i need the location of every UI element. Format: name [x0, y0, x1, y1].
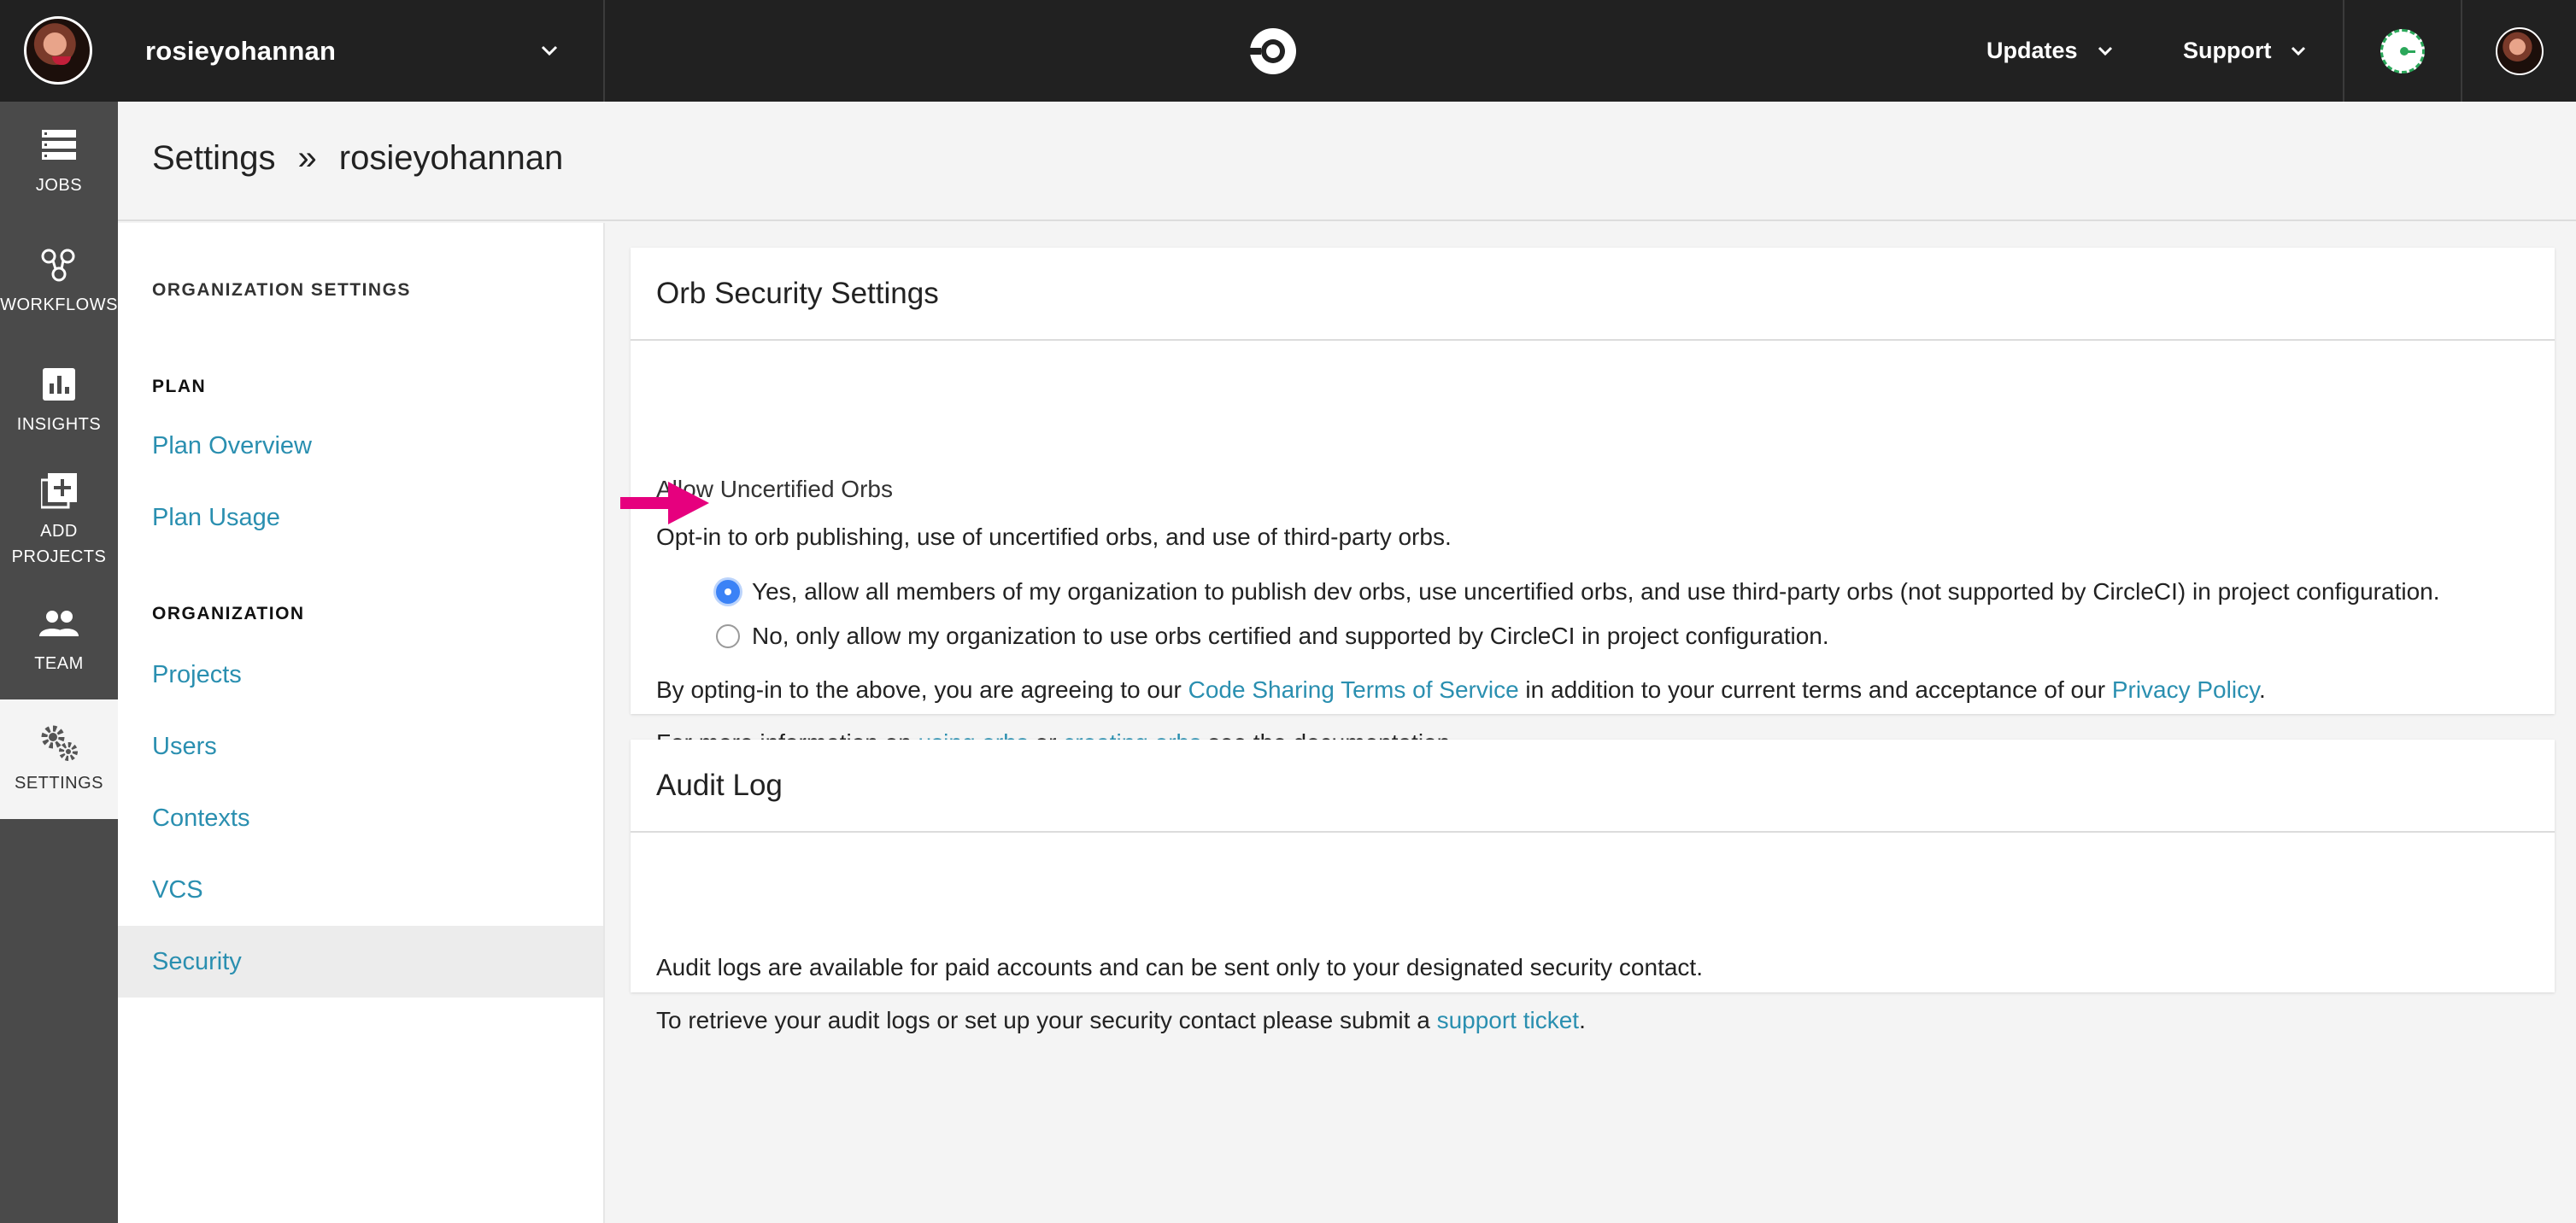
org-switcher[interactable]: rosieyohannan	[145, 0, 336, 102]
settings-icon	[39, 723, 79, 764]
chevron-down-icon[interactable]	[540, 41, 559, 60]
privacy-policy-link[interactable]: Privacy Policy	[2112, 676, 2259, 703]
team-icon	[38, 603, 79, 644]
circleci-logo[interactable]	[1247, 26, 1299, 77]
audit-log-text: Audit logs are available for paid accoun…	[656, 954, 1703, 980]
rail-item-settings[interactable]: SETTINGS	[0, 699, 118, 819]
org-avatar[interactable]	[24, 16, 92, 85]
rail-item-insights[interactable]: INSIGHTS	[0, 341, 118, 460]
sidebar-item-projects[interactable]: Projects	[118, 639, 603, 711]
settings-sidebar: ORGANIZATION SETTINGS PLAN Plan Overview…	[118, 223, 605, 1223]
option-label[interactable]: No, only allow my organization to use or…	[752, 623, 1829, 650]
page-header: Settings » rosieyohannan	[118, 102, 2576, 221]
support-label[interactable]: Support	[2183, 38, 2271, 64]
support-ticket-link[interactable]: support ticket	[1437, 1007, 1580, 1033]
chevron-down-icon[interactable]	[2097, 43, 2114, 60]
updates-menu[interactable]: Updates	[1986, 0, 2114, 102]
sidebar-item-contexts[interactable]: Contexts	[118, 782, 603, 854]
setting-description: Opt-in to orb publishing, use of uncerti…	[656, 524, 1452, 550]
rail-label-line2: PROJECTS	[11, 547, 107, 566]
audit-log-contact-text: To retrieve your audit logs or set up yo…	[656, 1007, 1586, 1034]
card-title: Audit Log	[631, 740, 2555, 833]
section-title-plan: PLAN	[152, 377, 207, 396]
chevron-down-icon[interactable]	[2290, 43, 2307, 60]
left-rail: JOBS WORKFLOWS INSIGHTS ADD PROJECTS TEA…	[0, 102, 118, 1223]
add-projects-icon	[41, 471, 77, 512]
annotation-arrow-icon	[620, 482, 709, 524]
sidebar-item-plan-overview[interactable]: Plan Overview	[118, 410, 603, 482]
option-certified-only[interactable]: No, only allow my organization to use or…	[716, 623, 1829, 650]
top-bar: rosieyohannan Updates Support	[0, 0, 2576, 102]
card-title: Orb Security Settings	[631, 248, 2555, 341]
sidebar-item-plan-usage[interactable]: Plan Usage	[118, 482, 603, 553]
jobs-icon	[42, 125, 76, 166]
rail-item-team[interactable]: TEAM	[0, 580, 118, 699]
code-sharing-terms-link[interactable]: Code Sharing Terms of Service	[1188, 676, 1519, 703]
terms-text: By opting-in to the above, you are agree…	[656, 676, 2266, 704]
rail-label: WORKFLOWS	[0, 296, 118, 314]
radio-no[interactable]	[716, 624, 740, 648]
org-name[interactable]: rosieyohannan	[145, 36, 336, 67]
sidebar-item-security[interactable]: Security	[118, 926, 603, 998]
breadcrumb: Settings » rosieyohannan	[152, 139, 563, 178]
terms-suffix: .	[2259, 676, 2266, 703]
breadcrumb-separator: »	[297, 139, 317, 177]
sidebar-item-users[interactable]: Users	[118, 711, 603, 782]
insights-icon	[43, 364, 75, 405]
updates-label[interactable]: Updates	[1986, 38, 2078, 64]
audit-log-card: Audit Log Audit logs are available for p…	[631, 740, 2555, 1033]
terms-middle: in addition to your current terms and ac…	[1518, 676, 2112, 703]
rail-item-add-projects[interactable]: ADD PROJECTS	[0, 460, 118, 580]
status-ring-icon[interactable]	[2380, 29, 2425, 73]
audit-suffix: .	[1579, 1007, 1586, 1033]
rail-label: JOBS	[35, 176, 83, 195]
user-avatar[interactable]	[2496, 27, 2544, 75]
rail-label: TEAM	[34, 654, 84, 673]
radio-yes[interactable]	[716, 580, 740, 604]
sidebar-item-vcs[interactable]: VCS	[118, 854, 603, 926]
rail-item-jobs[interactable]: JOBS	[0, 102, 118, 221]
breadcrumb-org: rosieyohannan	[338, 139, 564, 177]
section-title-organization: ORGANIZATION	[152, 604, 305, 623]
audit-prefix: To retrieve your audit logs or set up yo…	[656, 1007, 1437, 1033]
option-allow-uncertified[interactable]: Yes, allow all members of my organizatio…	[716, 578, 2440, 606]
divider	[2343, 0, 2344, 102]
breadcrumb-settings[interactable]: Settings	[152, 139, 276, 178]
rail-label-line1: ADD	[40, 522, 78, 541]
rail-label: SETTINGS	[14, 774, 103, 793]
section-title-org-settings: ORGANIZATION SETTINGS	[152, 280, 411, 300]
option-label[interactable]: Yes, allow all members of my organizatio…	[752, 578, 2440, 606]
divider	[2461, 0, 2462, 102]
orb-security-card: Orb Security Settings Allow Uncertified …	[631, 248, 2555, 756]
rail-item-workflows[interactable]: WORKFLOWS	[0, 221, 118, 341]
workflows-icon	[40, 244, 78, 285]
divider	[603, 0, 605, 102]
terms-prefix: By opting-in to the above, you are agree…	[656, 676, 1188, 703]
rail-label: INSIGHTS	[16, 415, 102, 434]
support-menu[interactable]: Support	[2183, 0, 2307, 102]
